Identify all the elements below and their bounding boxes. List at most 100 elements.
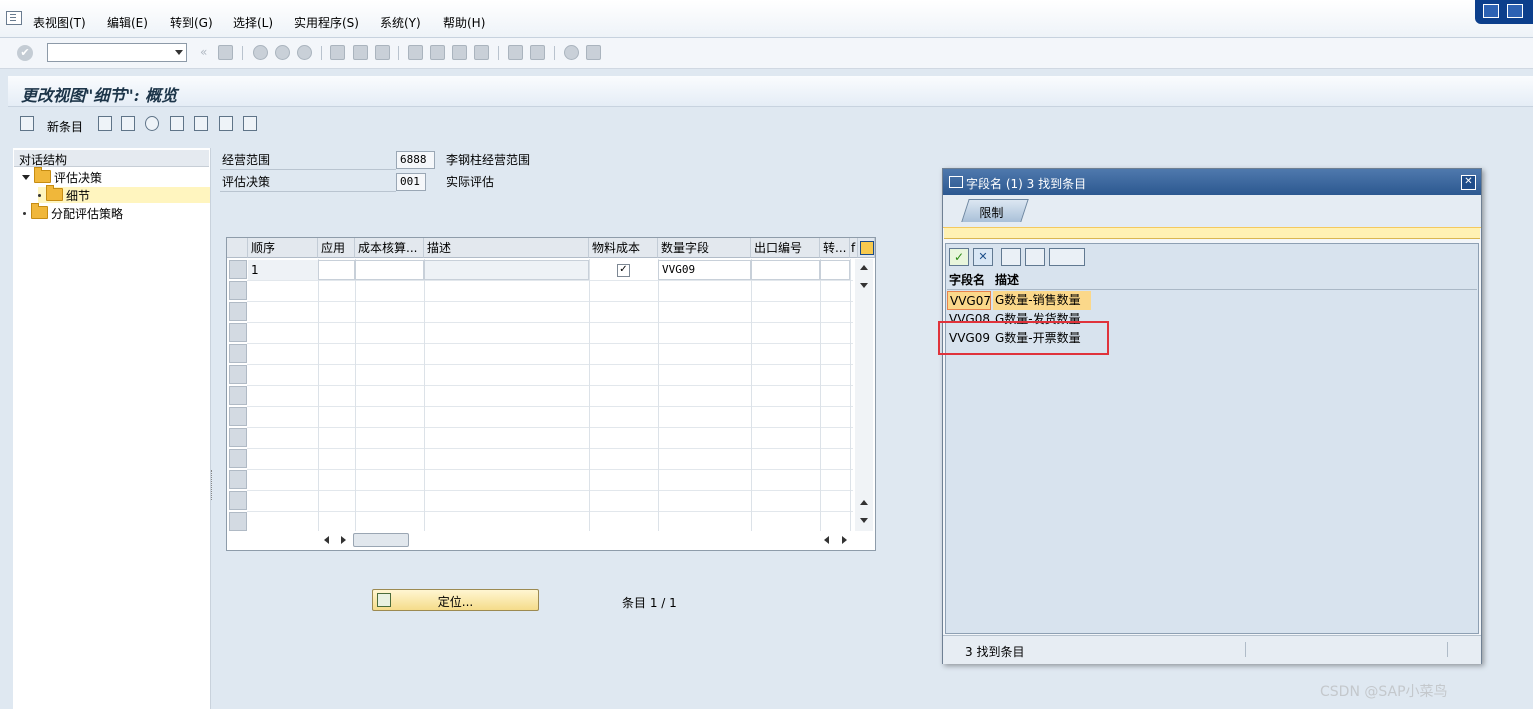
panel-splitter[interactable] <box>211 470 215 500</box>
column-settings-icon[interactable] <box>858 238 875 258</box>
menu-help[interactable]: 帮助(H) <box>443 14 485 31</box>
row-selector[interactable] <box>229 449 247 468</box>
menu-system[interactable]: 系统(Y) <box>380 14 421 31</box>
collapse-icon[interactable]: « <box>200 45 207 59</box>
menu-utilities[interactable]: 实用程序(S) <box>294 14 359 31</box>
close-icon[interactable]: ✕ <box>1461 175 1476 190</box>
column-header-application[interactable]: 应用 <box>318 238 355 258</box>
back-icon[interactable] <box>253 45 268 60</box>
column-header-description[interactable]: 描述 <box>424 238 589 258</box>
material-cost-checkbox[interactable]: ✓ <box>617 264 630 277</box>
scroll-up-icon[interactable] <box>860 500 868 505</box>
print-icon[interactable] <box>330 45 345 60</box>
tab-restrictions-label: 限制 <box>979 206 1004 220</box>
new-entries-button[interactable]: 新条目 <box>47 118 83 135</box>
minimize-icon[interactable] <box>1483 4 1499 18</box>
bullet-icon <box>38 194 41 197</box>
horizontal-scroll-thumb[interactable] <box>353 533 409 547</box>
scroll-left-icon[interactable] <box>824 536 829 544</box>
print-icon[interactable] <box>1049 248 1085 266</box>
menu-system-icon[interactable] <box>6 11 22 25</box>
confirm-icon[interactable]: ✓ <box>949 248 969 266</box>
tree-node-evaluation-decision[interactable]: 评估决策 <box>22 167 102 185</box>
scroll-down-icon[interactable] <box>860 518 868 523</box>
tab-restrictions[interactable]: 限制 <box>961 199 1029 222</box>
menu-edit[interactable]: 编辑(E) <box>107 14 148 31</box>
row-selector[interactable] <box>229 260 247 279</box>
column-header-export-number[interactable]: 出口编号 <box>751 238 820 258</box>
cell-export-number-input[interactable] <box>751 260 820 280</box>
command-field[interactable] <box>47 43 187 62</box>
column-header-truncated[interactable]: f <box>850 238 858 258</box>
column-header-material-cost[interactable]: 物料成本 <box>589 238 658 258</box>
menu-table-view[interactable]: 表视图(T) <box>33 14 86 31</box>
enter-icon[interactable]: ✔ <box>17 45 33 61</box>
last-page-icon[interactable] <box>474 45 489 60</box>
grid-line <box>820 259 821 531</box>
deselect-all-icon[interactable] <box>219 116 233 131</box>
dialog-title-bar[interactable]: 字段名 (1) 3 找到条目 ✕ <box>943 169 1481 195</box>
shortcut-icon[interactable] <box>530 45 545 60</box>
menu-goto[interactable]: 转到(G) <box>170 14 213 31</box>
cancel-icon[interactable] <box>297 45 312 60</box>
row-selector[interactable] <box>229 281 247 300</box>
row-selector[interactable] <box>229 407 247 426</box>
tree-node-detail[interactable]: 细节 <box>38 185 210 203</box>
row-selector[interactable] <box>229 386 247 405</box>
scroll-down-icon[interactable] <box>860 283 868 288</box>
column-header-field-name[interactable]: 字段名 <box>947 271 993 289</box>
menu-selection[interactable]: 选择(L) <box>233 14 273 31</box>
cancel-icon[interactable]: ✕ <box>973 248 993 266</box>
restore-icon[interactable] <box>1507 4 1523 18</box>
result-row-1-desc[interactable]: G数量-销售数量 <box>993 291 1091 310</box>
cell-application-input[interactable] <box>318 260 355 280</box>
select-block-icon[interactable] <box>194 116 208 131</box>
find-next-icon[interactable] <box>375 45 390 60</box>
layout-icon[interactable] <box>586 45 601 60</box>
save-icon[interactable] <box>218 45 233 60</box>
vertical-scrollbar[interactable] <box>855 259 873 531</box>
window-controls <box>1475 0 1533 24</box>
row-selector[interactable] <box>229 470 247 489</box>
find-icon[interactable] <box>1001 248 1021 266</box>
scroll-right-icon[interactable] <box>341 536 346 544</box>
column-header-conversion[interactable]: 转... <box>820 238 850 258</box>
cell-costing-input[interactable] <box>355 260 424 280</box>
find-icon[interactable] <box>353 45 368 60</box>
undo-icon[interactable] <box>145 116 159 131</box>
column-header-sequence[interactable]: 顺序 <box>248 238 318 258</box>
other-view-icon[interactable] <box>243 116 257 131</box>
cell-conversion-input[interactable] <box>820 260 850 280</box>
cell-quantity-field-input[interactable]: VVG09 <box>658 260 751 280</box>
first-page-icon[interactable] <box>408 45 423 60</box>
row-selector[interactable] <box>229 302 247 321</box>
select-all-cell[interactable] <box>227 238 248 258</box>
expand-icon[interactable] <box>22 175 30 180</box>
delete-icon[interactable] <box>121 116 135 131</box>
scroll-left-icon[interactable] <box>324 536 329 544</box>
help-icon[interactable] <box>564 45 579 60</box>
exit-icon[interactable] <box>275 45 290 60</box>
row-selector[interactable] <box>229 428 247 447</box>
scroll-up-icon[interactable] <box>860 265 868 270</box>
locate-button[interactable]: 定位... <box>372 589 539 611</box>
previous-page-icon[interactable] <box>430 45 445 60</box>
display-change-icon[interactable] <box>20 116 34 131</box>
row-selector[interactable] <box>229 491 247 510</box>
sort-icon[interactable] <box>1025 248 1045 266</box>
copy-icon[interactable] <box>98 116 112 131</box>
create-session-icon[interactable] <box>508 45 523 60</box>
column-header-description[interactable]: 描述 <box>993 271 1089 289</box>
next-page-icon[interactable] <box>452 45 467 60</box>
row-selector[interactable] <box>229 344 247 363</box>
chevron-down-icon[interactable] <box>175 50 183 55</box>
scroll-right-icon[interactable] <box>842 536 847 544</box>
column-header-quantity-field[interactable]: 数量字段 <box>658 238 751 258</box>
column-header-costing[interactable]: 成本核算... <box>355 238 424 258</box>
select-all-icon[interactable] <box>170 116 184 131</box>
row-selector[interactable] <box>229 512 247 531</box>
result-row-1-name[interactable]: VVG07 <box>947 291 991 310</box>
row-selector[interactable] <box>229 365 247 384</box>
row-selector[interactable] <box>229 323 247 342</box>
tree-node-assign-strategy[interactable]: 分配评估策略 <box>23 203 123 221</box>
